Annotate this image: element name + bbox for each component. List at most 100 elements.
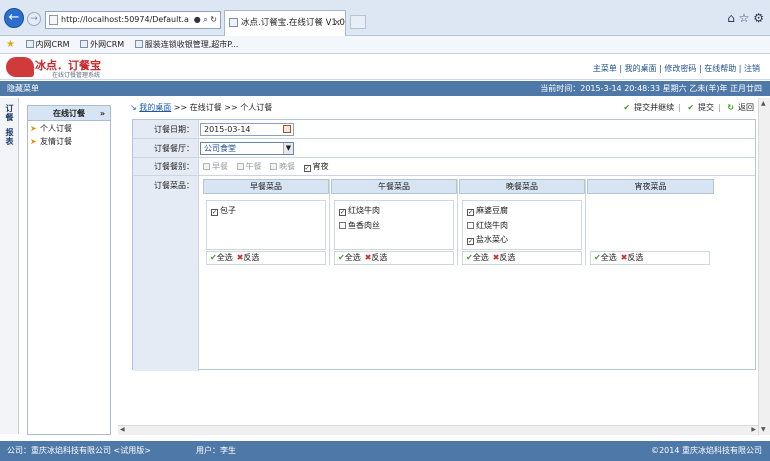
separator: |	[678, 103, 681, 112]
dish-item[interactable]: ✓ 包子	[211, 206, 322, 216]
back-label: 返回	[738, 103, 754, 112]
left-item-friend[interactable]: ➤ 友情订餐	[28, 136, 110, 147]
meal-night[interactable]: ✓ 宵夜	[303, 162, 329, 172]
invert-button[interactable]: ✖反选	[233, 253, 260, 262]
fav-item-2[interactable]: 服装连锁收银管理,超市P...	[134, 40, 238, 49]
fav-item-1[interactable]: 外网CRM	[80, 40, 124, 49]
checkbox-checked-icon[interactable]: ✓	[339, 209, 346, 216]
hide-menu-button[interactable]: 隐藏菜单	[7, 81, 39, 96]
dish-list: ✓ 麻婆豆腐 红烧牛肉 ✓ 盐水菜心	[462, 200, 582, 250]
checkbox-icon[interactable]	[203, 163, 210, 170]
select-all-button[interactable]: ✔全选	[338, 253, 361, 262]
fav-icon	[80, 40, 89, 48]
horizontal-scrollbar[interactable]: ◀ ▶	[118, 425, 758, 435]
breadcrumb: ↘ 我的桌面 >> 在线订餐 >> 个人订餐	[130, 102, 272, 113]
vtab-order[interactable]: 订餐	[3, 104, 16, 122]
meal-type-row: 订餐餐别： 早餐 午餐 晚餐 ✓ 宵夜	[133, 158, 755, 176]
meal-type-options: 早餐 午餐 晚餐 ✓ 宵夜	[203, 161, 335, 172]
dish-col-header: 午餐菜品	[331, 179, 457, 194]
left-item-label: 个人订餐	[40, 124, 72, 133]
select-all-label: 全选	[216, 253, 233, 262]
address-bar[interactable]: http://localhost:50974/Default.a ● ⌕ ↻	[45, 11, 221, 29]
date-label: 订餐日期：	[133, 120, 199, 138]
main-content: ↘ 我的桌面 >> 在线订餐 >> 个人订餐 ✔ 提交并继续 | ✔ 提交 | ↻ 返回 …	[118, 98, 770, 435]
checkbox-checked-icon[interactable]: ✓	[467, 209, 474, 216]
dish-item[interactable]: ✓ 红烧牛肉	[339, 206, 450, 216]
checkbox-icon[interactable]	[339, 222, 346, 229]
footer-company: 公司：重庆冰焰科技有限公司 <试用版>	[7, 446, 151, 455]
submit-continue-label: 提交并继续	[634, 103, 675, 112]
check-icon: ✔	[338, 253, 345, 262]
check-icon: ✔	[623, 103, 631, 112]
select-all-button[interactable]: ✔全选	[466, 253, 489, 262]
meal-label: 宵夜	[312, 162, 329, 171]
invert-button[interactable]: ✖反选	[617, 253, 644, 262]
home-star-gear-icons[interactable]: ⌂ ☆ ⚙	[727, 11, 764, 25]
collapse-icon[interactable]: »	[100, 106, 105, 121]
fav-item-0[interactable]: 内网CRM	[25, 40, 70, 49]
dishes-label: 订餐菜品：	[133, 176, 199, 371]
canteen-label: 订餐餐厅：	[133, 139, 199, 157]
vertical-tabs: 订餐 报表	[0, 98, 19, 434]
footer-user: 用户：李生	[196, 446, 236, 455]
checkbox-checked-icon[interactable]: ✓	[211, 209, 218, 216]
meal-lunch[interactable]: 午餐	[236, 162, 262, 171]
invert-button[interactable]: ✖反选	[361, 253, 388, 262]
date-input[interactable]: 2015-03-14	[200, 123, 294, 136]
dish-label: 红烧牛肉	[348, 206, 380, 215]
canteen-select[interactable]: 公司食堂 ▼	[200, 142, 294, 155]
vertical-scrollbar[interactable]: ▲ ▼	[758, 98, 770, 435]
dishes-grid: 早餐菜品 ✓ 包子 ✔全选 ✖反选 午餐菜品 ✓ 红烧牛肉 鱼香肉丝 ✔全选 ✖反选 晚…	[203, 179, 714, 265]
select-all-label: 全选	[600, 253, 617, 262]
back-button[interactable]: ↻ 返回	[727, 103, 754, 112]
new-tab-button[interactable]	[350, 15, 366, 29]
dish-col-night: 宵夜菜品 ✔全选 ✖反选	[587, 179, 714, 265]
browser-tab[interactable]: 冰点.订餐宝.在线订餐 V1.0 ×	[224, 10, 346, 36]
fav-label: 内网CRM	[35, 40, 70, 49]
invert-button[interactable]: ✖反选	[489, 253, 516, 262]
close-tab-icon[interactable]: ×	[333, 11, 341, 35]
dish-item[interactable]: 鱼香肉丝	[339, 221, 450, 230]
dish-item[interactable]: ✓ 盐水菜心	[467, 235, 578, 245]
dish-item[interactable]: ✓ 麻婆豆腐	[467, 206, 578, 216]
dish-item[interactable]: 红烧牛肉	[467, 221, 578, 230]
left-panel-header[interactable]: 在线订餐 »	[28, 106, 110, 121]
chevron-down-icon[interactable]: ▼	[283, 143, 293, 154]
refresh-icon[interactable]: ● ⌕ ↻	[194, 12, 217, 28]
checkbox-icon[interactable]	[236, 163, 244, 170]
check-icon: ✔	[466, 253, 473, 262]
forward-arrow-icon[interactable]: →	[27, 12, 41, 26]
scroll-left-icon[interactable]: ◀	[120, 426, 125, 433]
scroll-up-icon[interactable]: ▲	[761, 100, 766, 107]
calendar-icon[interactable]	[283, 125, 291, 133]
scroll-right-icon[interactable]: ▶	[751, 426, 756, 433]
breadcrumb-rest: >> 在线订餐 >> 个人订餐	[171, 103, 273, 112]
select-all-button[interactable]: ✔全选	[210, 253, 233, 262]
checkbox-checked-icon[interactable]: ✓	[467, 238, 474, 245]
select-bar: ✔全选 ✖反选	[334, 251, 454, 265]
checkbox-icon[interactable]	[467, 222, 474, 229]
fav-icon	[134, 40, 143, 48]
dishes-row: 订餐菜品： 早餐菜品 ✓ 包子 ✔全选 ✖反选 午餐菜品 ✓ 红烧牛肉 鱼香肉丝 ✔全…	[133, 176, 755, 371]
status-bar: 隐藏菜单 当前时间：2015-3-14 20:48:33 星期六 乙未(羊)年 …	[0, 81, 770, 96]
checkbox-checked-icon[interactable]: ✓	[303, 165, 311, 172]
folder-icon: ➤	[30, 137, 37, 146]
left-item-personal[interactable]: ➤ 个人订餐	[28, 123, 110, 134]
app-logo-icon	[6, 57, 34, 77]
back-arrow-icon[interactable]: ←	[4, 8, 24, 28]
submit-continue-button[interactable]: ✔ 提交并继续	[623, 103, 674, 112]
checkbox-icon[interactable]	[270, 163, 278, 170]
check-icon: ✔	[687, 103, 695, 112]
scroll-down-icon[interactable]: ▼	[761, 426, 766, 433]
select-all-label: 全选	[472, 253, 489, 262]
select-all-button[interactable]: ✔全选	[594, 253, 617, 262]
favorites-star-icon[interactable]: ★	[6, 39, 15, 50]
meal-dinner[interactable]: 晚餐	[270, 162, 295, 171]
meal-breakfast[interactable]: 早餐	[203, 162, 228, 171]
submit-button[interactable]: ✔ 提交	[687, 103, 714, 112]
top-menu[interactable]: 主菜单 | 我的桌面 | 修改密码 | 在线帮助 | 注销	[593, 63, 760, 74]
fav-icon	[25, 40, 34, 48]
dish-col-breakfast: 早餐菜品 ✓ 包子 ✔全选 ✖反选	[203, 179, 330, 265]
vtab-report[interactable]: 报表	[3, 128, 16, 146]
breadcrumb-home-link[interactable]: 我的桌面	[139, 103, 171, 112]
